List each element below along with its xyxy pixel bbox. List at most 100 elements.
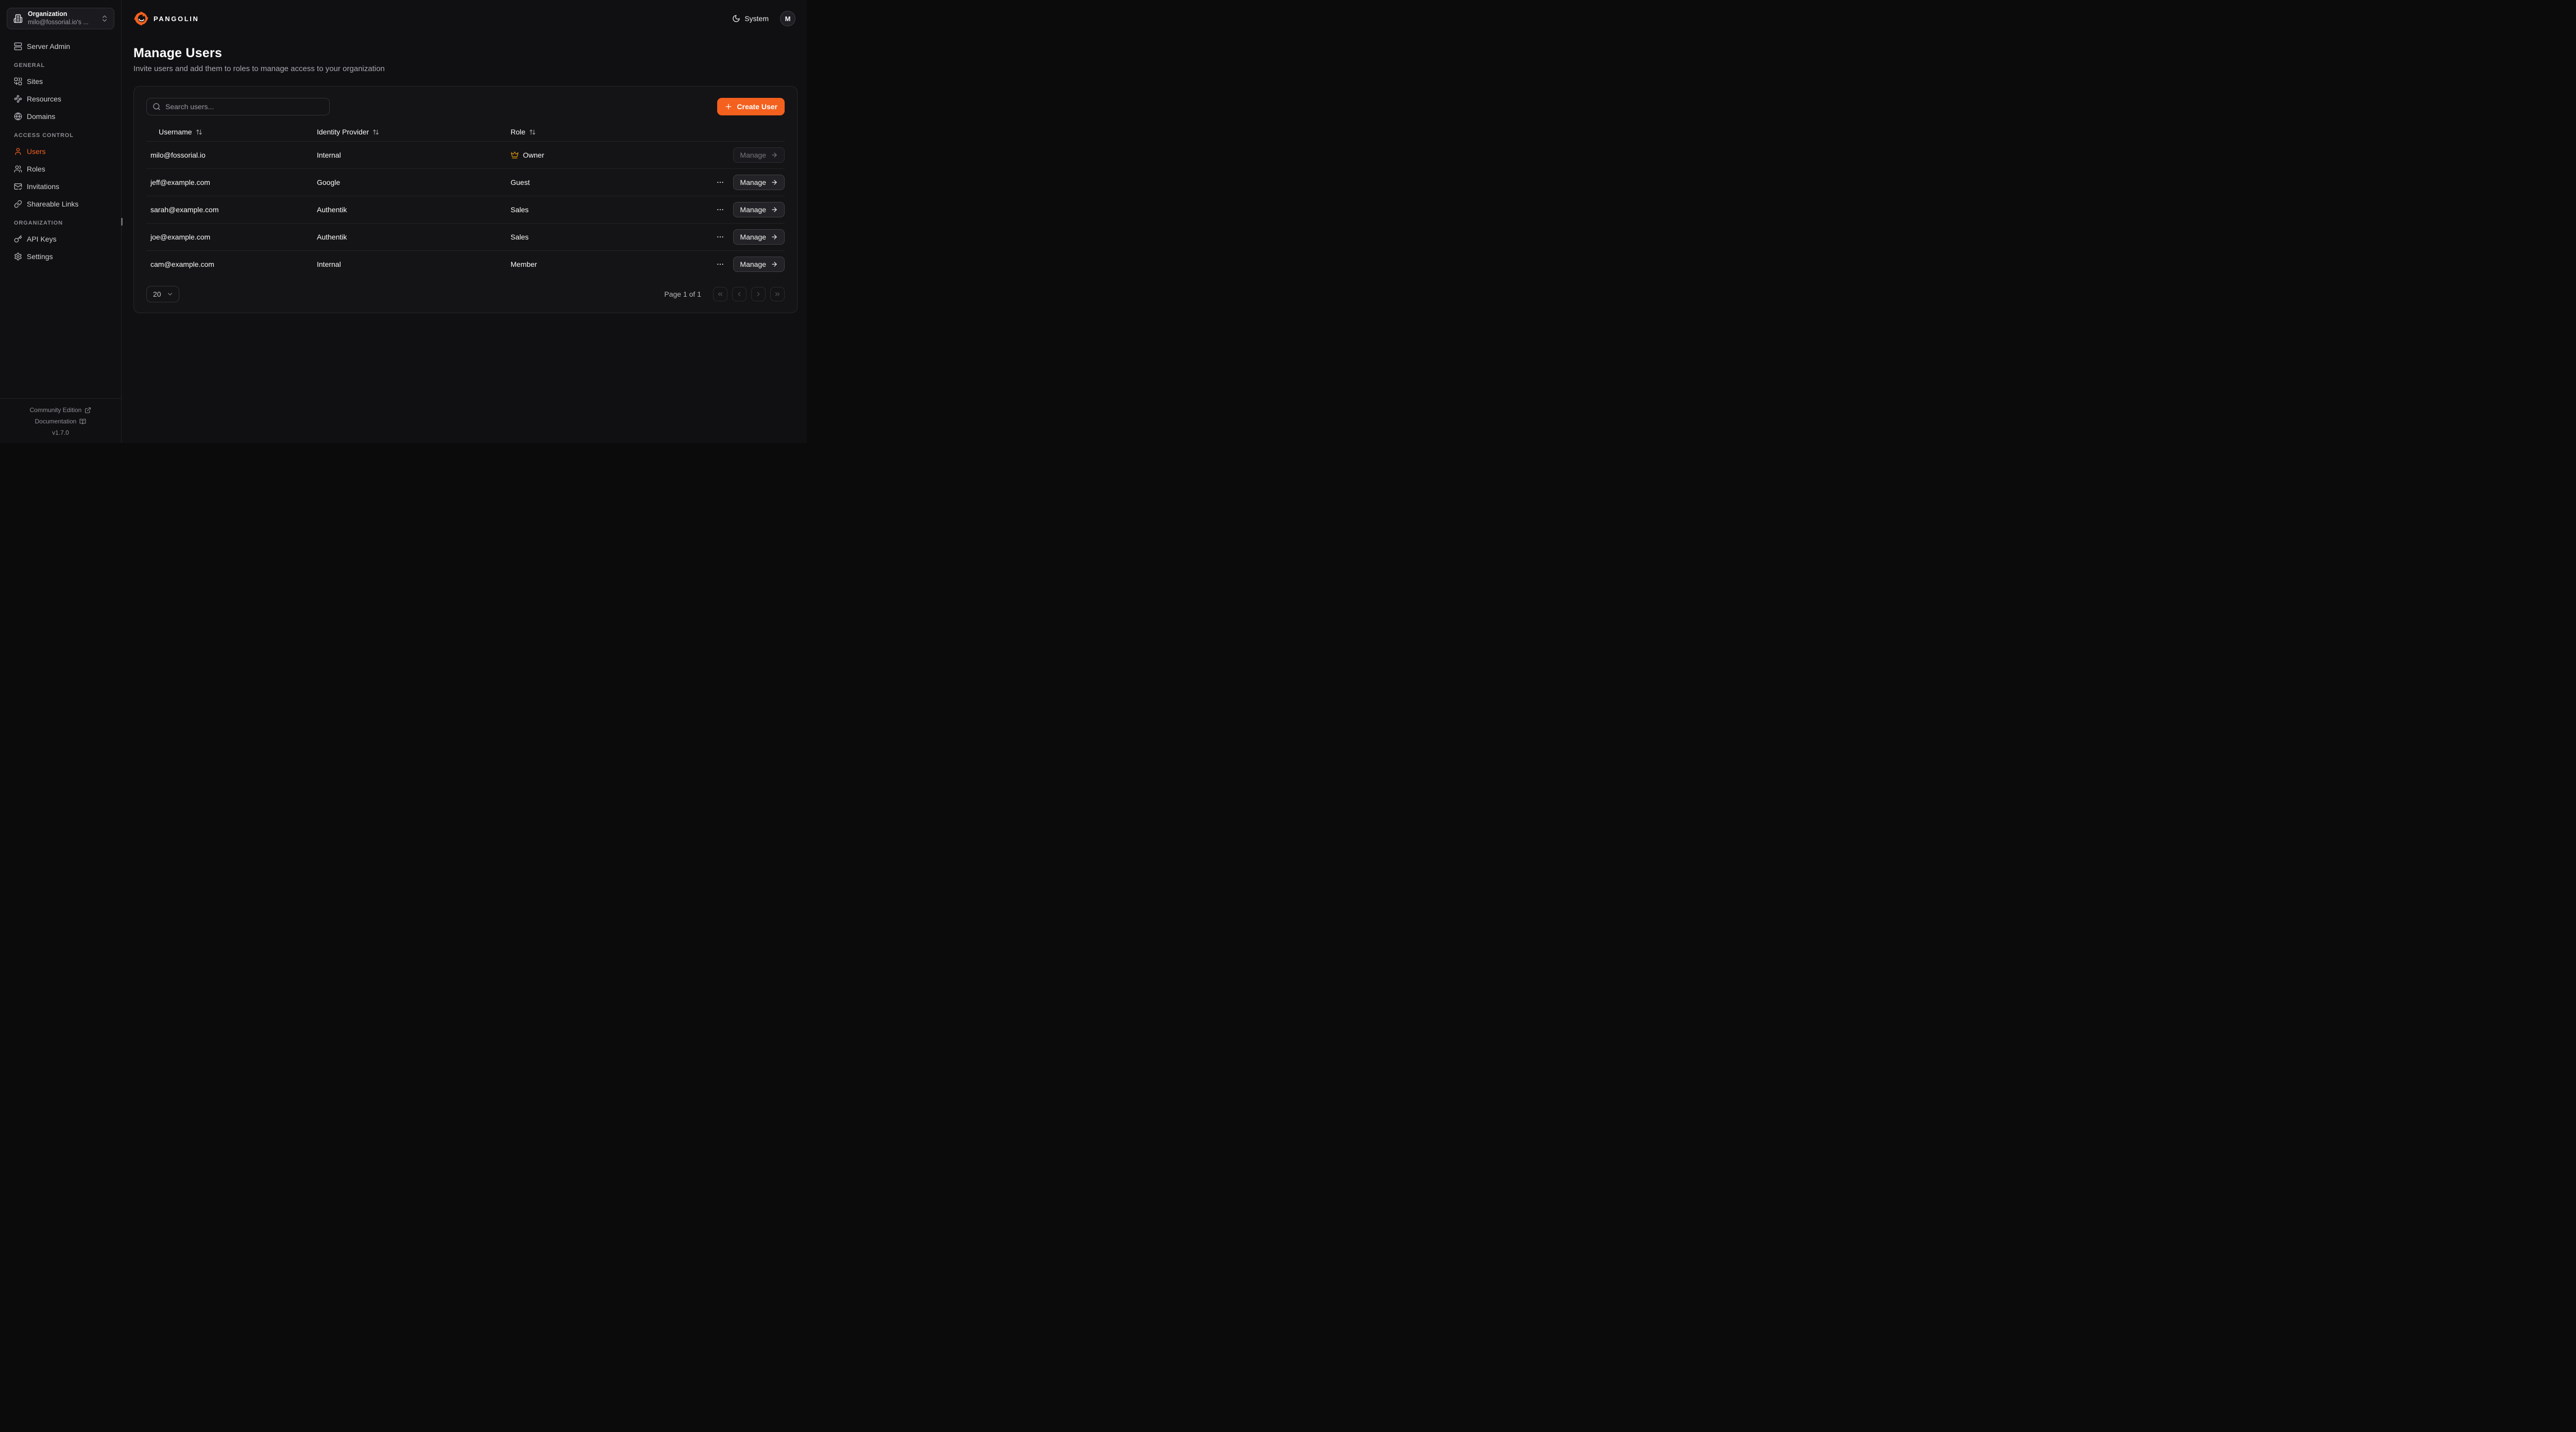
sidebar-footer: Community Edition Documentation v1.7.0 — [0, 398, 121, 443]
org-switcher-value: milo@fossorial.io's ... — [28, 19, 95, 27]
arrow-right-icon — [771, 261, 778, 268]
sidebar-item-resources[interactable]: Resources — [7, 90, 114, 108]
sidebar-item-label: Invitations — [27, 182, 59, 191]
row-menu-button[interactable] — [714, 258, 726, 270]
gear-icon — [14, 252, 22, 261]
theme-label: System — [744, 14, 769, 23]
manage-button[interactable]: Manage — [733, 257, 785, 272]
role-label: Guest — [511, 178, 530, 186]
moon-icon — [732, 14, 740, 23]
arrow-right-icon — [771, 179, 778, 186]
sidebar-section-access-control: ACCESS CONTROL Users Roles — [7, 132, 114, 213]
sidebar-item-shareable-links[interactable]: Shareable Links — [7, 195, 114, 213]
ellipsis-icon — [716, 178, 724, 186]
sidebar-item-label: API Keys — [27, 235, 57, 243]
documentation-label: Documentation — [35, 418, 77, 425]
brand[interactable]: PANGOLIN — [133, 11, 199, 26]
sidebar-item-settings[interactable]: Settings — [7, 248, 114, 265]
row-actions: Manage — [717, 257, 785, 272]
sidebar-item-label: Shareable Links — [27, 200, 78, 208]
manage-button[interactable]: Manage — [733, 175, 785, 190]
app-version: v1.7.0 — [0, 427, 121, 438]
pangolin-logo-icon — [133, 11, 149, 26]
user-icon — [14, 147, 22, 156]
sidebar-nav: Server Admin GENERAL Sites Resources — [0, 29, 121, 265]
plus-icon — [724, 103, 733, 111]
row-actions: Manage — [717, 202, 785, 217]
role-label: Sales — [511, 206, 529, 214]
arrow-right-icon — [771, 206, 778, 213]
sidebar-item-label: Server Admin — [27, 42, 70, 50]
mail-check-icon — [14, 182, 22, 191]
table-row: jeff@example.com Google Guest — [146, 168, 785, 196]
role-label: Owner — [523, 151, 544, 159]
create-user-button[interactable]: Create User — [717, 98, 785, 115]
table-row: cam@example.com Internal Member — [146, 250, 785, 278]
table-row: sarah@example.com Authentik Sales — [146, 196, 785, 223]
column-header-username[interactable]: Username — [146, 128, 313, 136]
identity-provider-cell: Authentik — [313, 233, 506, 241]
sidebar-item-invitations[interactable]: Invitations — [7, 178, 114, 195]
documentation-link[interactable]: Documentation — [0, 416, 121, 427]
search-box — [146, 98, 330, 115]
section-label: ORGANIZATION — [7, 220, 114, 226]
username-cell: cam@example.com — [146, 260, 313, 268]
sort-arrows-icon — [529, 129, 536, 135]
sidebar-item-roles[interactable]: Roles — [7, 160, 114, 178]
column-header-role[interactable]: Role — [506, 128, 717, 136]
globe-icon — [14, 112, 22, 121]
sidebar-item-sites[interactable]: Sites — [7, 73, 114, 90]
row-menu-button[interactable] — [714, 203, 726, 216]
next-page-button[interactable] — [751, 287, 766, 301]
sidebar: Organization milo@fossorial.io's ... Ser… — [0, 0, 122, 443]
role-cell: Member — [506, 260, 717, 268]
ellipsis-icon — [716, 260, 724, 268]
org-switcher-label: Organization — [28, 10, 95, 19]
role-label: Sales — [511, 233, 529, 241]
manage-button[interactable]: Manage — [733, 202, 785, 217]
chevrons-left-icon — [717, 291, 724, 298]
sidebar-item-domains[interactable]: Domains — [7, 108, 114, 125]
last-page-button[interactable] — [770, 287, 785, 301]
search-input[interactable] — [165, 103, 324, 111]
row-actions: Manage — [717, 229, 785, 245]
row-menu-button[interactable] — [714, 231, 726, 243]
sort-arrows-icon — [372, 129, 379, 135]
sidebar-item-server-admin[interactable]: Server Admin — [7, 38, 114, 55]
identity-provider-cell: Authentik — [313, 206, 506, 214]
sidebar-item-label: Settings — [27, 252, 53, 261]
user-avatar[interactable]: M — [780, 11, 795, 26]
column-header-identity-provider[interactable]: Identity Provider — [313, 128, 506, 136]
sort-arrows-icon — [196, 129, 202, 135]
building-icon — [13, 14, 23, 23]
chevron-down-icon — [166, 291, 174, 298]
identity-provider-cell: Google — [313, 178, 506, 186]
page-size-value: 20 — [153, 290, 161, 298]
sidebar-resize-handle[interactable] — [121, 218, 123, 226]
sidebar-item-api-keys[interactable]: API Keys — [7, 230, 114, 248]
role-cell: Sales — [506, 233, 717, 241]
sidebar-item-label: Resources — [27, 95, 61, 103]
first-page-button[interactable] — [713, 287, 727, 301]
row-menu-button[interactable] — [714, 176, 726, 189]
sidebar-item-users[interactable]: Users — [7, 143, 114, 160]
row-actions: Manage — [717, 175, 785, 190]
brand-name: PANGOLIN — [154, 15, 199, 23]
chevrons-up-down-icon — [100, 14, 109, 23]
community-edition-label: Community Edition — [30, 406, 82, 414]
sidebar-item-label: Roles — [27, 165, 45, 173]
pagination-label: Page 1 of 1 — [664, 290, 701, 298]
app-root: Organization milo@fossorial.io's ... Ser… — [0, 0, 807, 443]
org-switcher[interactable]: Organization milo@fossorial.io's ... — [7, 8, 114, 29]
page-size-select[interactable]: 20 — [146, 286, 179, 302]
search-icon — [152, 103, 161, 111]
org-switcher-text: Organization milo@fossorial.io's ... — [28, 10, 95, 26]
community-edition-link[interactable]: Community Edition — [0, 404, 121, 416]
section-label: ACCESS CONTROL — [7, 132, 114, 139]
manage-button[interactable]: Manage — [733, 229, 785, 245]
theme-toggle[interactable]: System — [732, 14, 769, 23]
prev-page-button[interactable] — [732, 287, 747, 301]
pagination: Page 1 of 1 — [664, 287, 785, 301]
users-card-header: Create User — [146, 98, 785, 115]
table-header-row: Username Identity Provider — [146, 123, 785, 141]
